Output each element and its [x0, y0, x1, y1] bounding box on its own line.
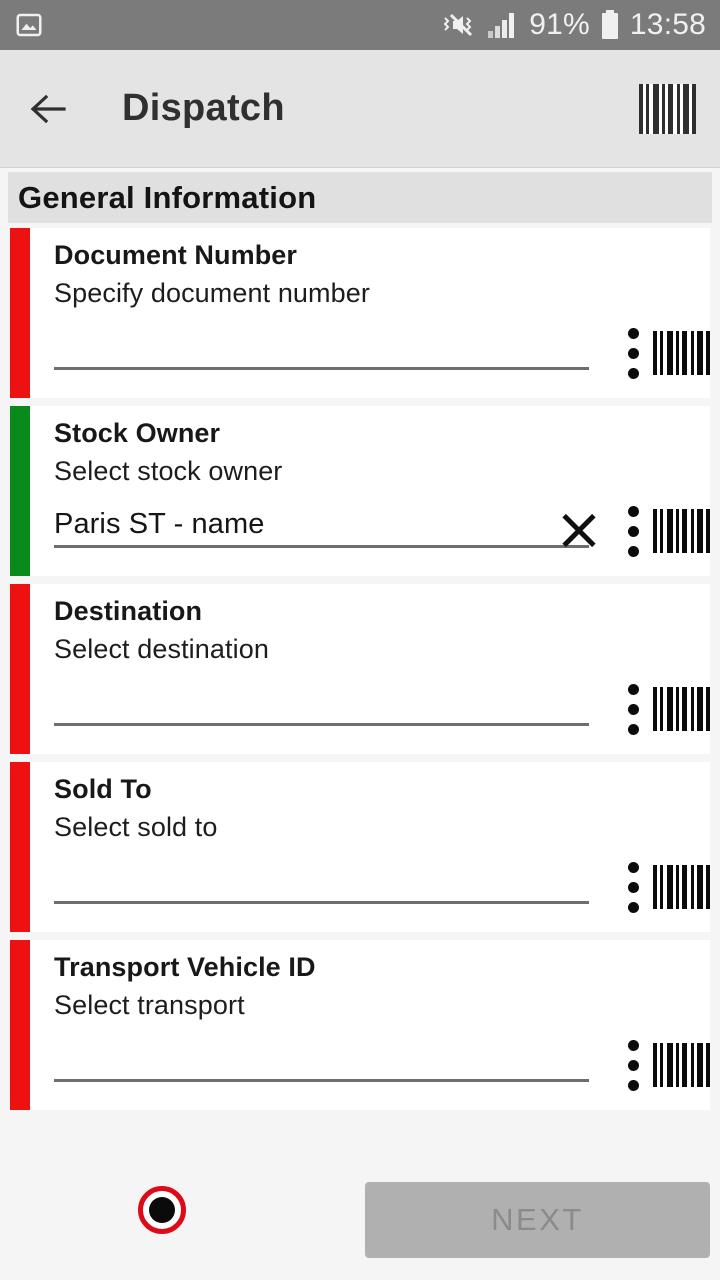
field-input[interactable]	[54, 1038, 589, 1082]
field-hint: Specify document number	[54, 277, 370, 308]
field-hint: Select stock owner	[54, 455, 283, 486]
image-icon	[14, 10, 44, 40]
battery-icon	[601, 10, 619, 40]
field-input[interactable]: Paris ST - name	[54, 504, 589, 548]
signal-bars-icon	[486, 11, 518, 39]
field-status-bar	[10, 406, 30, 576]
field-hint: Select sold to	[54, 811, 218, 842]
status-bar-left	[14, 10, 441, 40]
field-status-bar	[10, 584, 30, 754]
field-label: Transport Vehicle ID	[54, 952, 316, 982]
field-hint: Select destination	[54, 633, 269, 664]
clear-x-icon[interactable]	[553, 505, 605, 557]
overflow-menu-icon[interactable]	[613, 500, 653, 562]
record-dot	[149, 1197, 175, 1223]
field-list: Document Number Specify document number St…	[0, 228, 720, 1118]
field-input[interactable]	[54, 682, 589, 726]
field-actions	[613, 322, 710, 384]
field-input-row	[54, 860, 710, 904]
field-body: Sold To Select sold to	[30, 762, 710, 932]
next-button[interactable]: NEXT	[365, 1182, 710, 1258]
battery-percent-label: 91%	[529, 8, 590, 41]
field-status-bar	[10, 940, 30, 1110]
field-card: Destination Select destination	[10, 584, 710, 754]
field-input[interactable]	[54, 860, 589, 904]
next-button-label: NEXT	[491, 1202, 584, 1237]
field-actions	[613, 856, 710, 918]
barcode-icon[interactable]	[639, 83, 696, 134]
field-actions	[553, 500, 710, 562]
field-actions	[613, 678, 710, 740]
field-body: Document Number Specify document number	[30, 228, 710, 398]
app-bar: Dispatch	[0, 50, 720, 168]
field-card: Stock Owner Select stock owner Paris ST - …	[10, 406, 710, 576]
field-input-row	[54, 1038, 710, 1082]
barcode-scan-icon[interactable]	[653, 509, 710, 553]
field-label: Sold To	[54, 774, 152, 804]
barcode-scan-icon[interactable]	[653, 331, 710, 375]
page-title: Dispatch	[122, 87, 285, 129]
field-card: Transport Vehicle ID Select transport	[10, 940, 710, 1110]
vibrate-mute-icon	[441, 10, 475, 40]
field-input-row	[54, 682, 710, 726]
barcode-scan-icon[interactable]	[653, 687, 710, 731]
barcode-scan-icon[interactable]	[653, 1043, 710, 1087]
barcode-scan-icon[interactable]	[653, 865, 710, 909]
field-body: Stock Owner Select stock owner Paris ST - …	[30, 406, 710, 576]
field-label: Document Number	[54, 240, 298, 270]
section-header: General Information	[8, 172, 712, 223]
field-card: Document Number Specify document number	[10, 228, 710, 398]
field-actions	[613, 1034, 710, 1096]
field-status-bar	[10, 228, 30, 398]
overflow-menu-icon[interactable]	[613, 322, 653, 384]
field-input-row	[54, 326, 710, 370]
clock-label: 13:58	[629, 8, 706, 41]
field-input[interactable]	[54, 326, 589, 370]
field-status-bar	[10, 762, 30, 932]
overflow-menu-icon[interactable]	[613, 678, 653, 740]
overflow-menu-icon[interactable]	[613, 1034, 653, 1096]
status-bar: 91% 13:58	[0, 0, 720, 50]
field-value: Paris ST - name	[54, 508, 265, 541]
field-label: Stock Owner	[54, 418, 221, 448]
field-card: Sold To Select sold to	[10, 762, 710, 932]
section-header-label: General Information	[18, 179, 317, 215]
field-hint: Select transport	[54, 989, 245, 1020]
bottom-bar: NEXT	[0, 1170, 720, 1280]
field-body: Transport Vehicle ID Select transport	[30, 940, 710, 1110]
overflow-menu-icon[interactable]	[613, 856, 653, 918]
record-button-icon[interactable]	[138, 1186, 186, 1234]
app-screen: 91% 13:58 Dispatch General Information D…	[0, 0, 720, 1280]
field-label: Destination	[54, 596, 203, 626]
back-arrow-icon[interactable]	[26, 87, 70, 131]
field-body: Destination Select destination	[30, 584, 710, 754]
status-bar-right: 91% 13:58	[441, 8, 706, 42]
